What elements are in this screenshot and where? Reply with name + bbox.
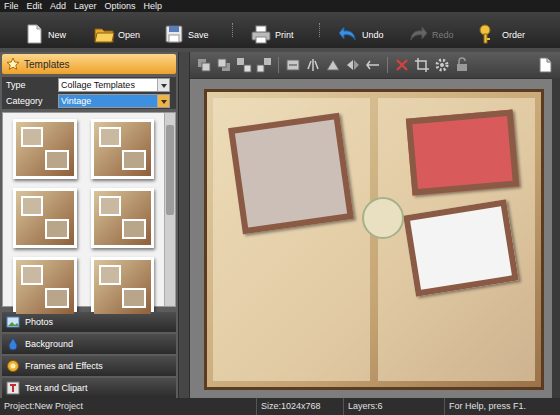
send-back-icon[interactable]	[216, 57, 232, 73]
toolbar-button-label: Redo	[432, 30, 454, 40]
section-label: Frames and Effects	[25, 361, 103, 371]
collage-image[interactable]	[204, 89, 544, 390]
toolbar-button-label: New	[48, 30, 66, 40]
star-icon	[6, 57, 20, 71]
redo-arrow-icon	[407, 23, 429, 45]
section-label: Photos	[25, 317, 53, 327]
undo-arrow-icon	[337, 23, 359, 45]
settings-gear-icon[interactable]	[434, 57, 450, 73]
edit-toolbar	[190, 52, 560, 78]
template-thumbnail[interactable]	[91, 119, 155, 179]
delete-icon[interactable]	[394, 57, 410, 73]
field-row: CategoryVintage	[2, 93, 176, 109]
toolbar-button-label: Open	[118, 30, 140, 40]
page-icon[interactable]	[538, 57, 554, 73]
section-label: Background	[25, 339, 73, 349]
flip-horizontal-icon[interactable]	[305, 57, 321, 73]
new-document-icon	[23, 23, 45, 45]
toolbar-button-label: Print	[275, 30, 294, 40]
order-key-icon	[477, 23, 499, 45]
bring-front-icon[interactable]	[196, 57, 212, 73]
menu-item[interactable]: File	[4, 0, 19, 12]
lock-icon[interactable]	[454, 57, 470, 73]
toolbar-button[interactable]: Save	[160, 15, 220, 45]
templates-header[interactable]: Templates	[2, 54, 176, 74]
toolbar-button-label: Save	[188, 30, 209, 40]
field-label: Category	[2, 96, 58, 106]
side-panel: TemplatesTypeCollage TemplatesCategoryVi…	[0, 52, 178, 398]
toolbar-button[interactable]: Print	[247, 15, 307, 45]
text-clipart-icon	[6, 381, 20, 395]
main-toolbar: New Open Save Print Undo Redo Order	[0, 12, 560, 48]
template-thumbnail[interactable]	[13, 119, 77, 179]
panel-section-header[interactable]: Background	[2, 334, 176, 354]
toolbar-separator	[319, 23, 322, 37]
section-label: Text and Clipart	[25, 383, 88, 393]
panel-splitter[interactable]	[178, 52, 190, 398]
photo-icon	[6, 315, 20, 329]
align-icon[interactable]	[285, 57, 301, 73]
template-thumbnail[interactable]	[13, 188, 77, 248]
dropdown[interactable]: Collage Templates	[58, 78, 170, 92]
save-disk-icon	[163, 23, 185, 45]
rotate-icon[interactable]	[365, 57, 381, 73]
printer-icon	[250, 23, 272, 45]
mirror-icon[interactable]	[345, 57, 361, 73]
templates-title: Templates	[24, 59, 70, 70]
menu-item[interactable]: Options	[105, 0, 136, 12]
field-row: TypeCollage Templates	[2, 77, 176, 93]
field-label: Type	[2, 80, 58, 90]
template-thumbnail[interactable]	[91, 188, 155, 248]
dropdown-arrow-icon[interactable]	[160, 98, 168, 105]
open-folder-icon	[93, 23, 115, 45]
status-bar: Project:New ProjectSize:1024x768Layers:6…	[0, 398, 560, 415]
toolbar-button-label: Order	[502, 30, 525, 40]
dropdown-arrow-icon[interactable]	[160, 82, 168, 89]
menu-bar: File Edit Add Layer Options Help	[0, 0, 560, 12]
template-gallery	[2, 112, 176, 307]
menu-item[interactable]: Help	[144, 0, 163, 12]
dropdown-value: Vintage	[59, 96, 157, 106]
status-segment: For Help, press F1.	[445, 398, 560, 415]
panel-section-header[interactable]: Photos	[2, 312, 176, 332]
paint-drop-icon	[6, 337, 20, 351]
toolbar-button[interactable]: Order	[474, 15, 534, 45]
bring-forward-icon[interactable]	[236, 57, 252, 73]
template-thumbnail[interactable]	[13, 257, 77, 317]
toolbar-button[interactable]: Undo	[334, 15, 394, 45]
flip-vertical-icon[interactable]	[325, 57, 341, 73]
scrollbar[interactable]	[164, 113, 175, 306]
toolbar-button[interactable]: New	[20, 15, 80, 45]
send-backward-icon[interactable]	[256, 57, 272, 73]
crop-icon[interactable]	[414, 57, 430, 73]
panel-section-header[interactable]: Text and Clipart	[2, 378, 176, 398]
menu-item[interactable]: Add	[50, 0, 66, 12]
toolbar-separator	[232, 23, 235, 37]
toolbar-button-label: Undo	[362, 30, 384, 40]
menu-item[interactable]: Layer	[74, 0, 97, 12]
canvas-area	[190, 78, 552, 398]
dropdown-value: Collage Templates	[59, 80, 157, 90]
template-thumbnail[interactable]	[91, 257, 155, 317]
status-segment: Layers:6	[344, 398, 445, 415]
menu-item[interactable]: Edit	[27, 0, 43, 12]
panel-section-header[interactable]: Frames and Effects	[2, 356, 176, 376]
toolbar-button[interactable]: Open	[90, 15, 150, 45]
toolbar-button[interactable]: Redo	[404, 15, 464, 45]
frame-effect-icon	[6, 359, 20, 373]
status-segment: Size:1024x768	[257, 398, 344, 415]
status-segment: Project:New Project	[0, 398, 257, 415]
dropdown[interactable]: Vintage	[58, 94, 170, 108]
